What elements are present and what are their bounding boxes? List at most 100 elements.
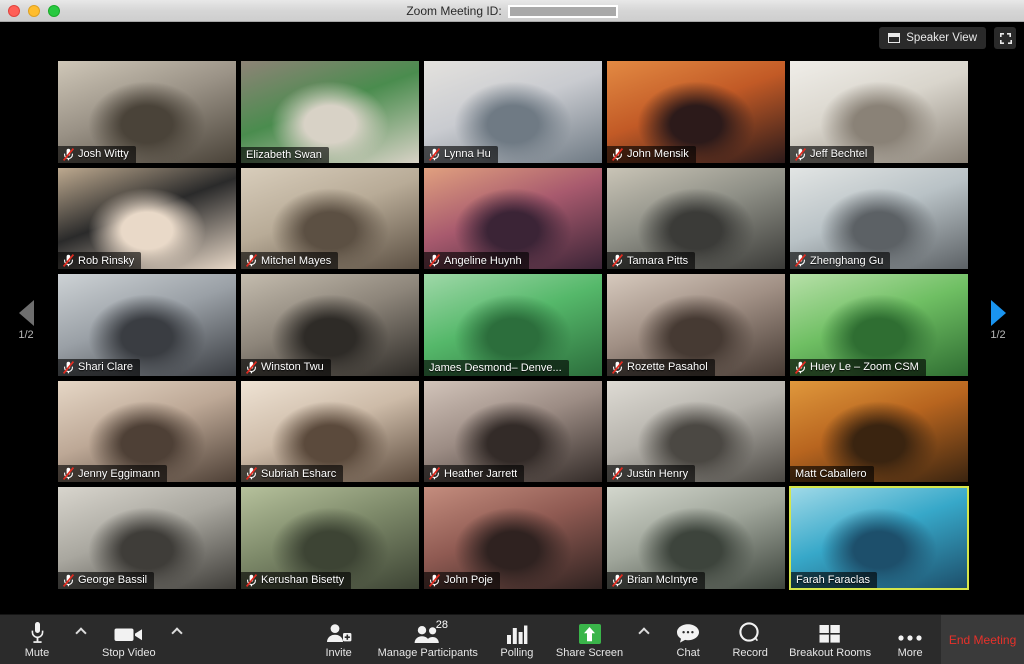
chat-button[interactable]: Chat bbox=[657, 615, 719, 664]
participant-tile[interactable]: Farah Faraclas bbox=[789, 486, 969, 590]
grid-squares-icon bbox=[819, 620, 841, 644]
participant-tile[interactable]: Kerushan Bisetty bbox=[240, 486, 420, 590]
participant-tile[interactable]: Angeline Huynh bbox=[423, 166, 603, 271]
participant-tile[interactable]: George Bassil bbox=[57, 486, 237, 590]
next-page-button[interactable]: 1/2 bbox=[976, 300, 1020, 341]
participant-tile[interactable]: John Poje bbox=[423, 486, 603, 590]
muted-microphone-icon bbox=[795, 147, 806, 161]
muted-microphone-icon bbox=[246, 467, 257, 481]
participant-name: Heather Jarrett bbox=[444, 467, 518, 480]
muted-microphone-icon bbox=[63, 467, 74, 481]
speaker-view-label: Speaker View bbox=[906, 32, 977, 44]
participant-tile[interactable]: Mitchel Mayes bbox=[240, 166, 420, 271]
fullscreen-expand-icon bbox=[999, 32, 1012, 44]
end-meeting-button[interactable]: End Meeting bbox=[941, 615, 1024, 664]
participant-name-bar: Subriah Esharc bbox=[241, 465, 344, 483]
participant-tile[interactable]: Rozette Pasahol bbox=[606, 273, 786, 377]
participant-name-bar: George Bassil bbox=[58, 571, 155, 589]
fullscreen-button[interactable] bbox=[994, 27, 1016, 49]
muted-microphone-icon bbox=[612, 254, 623, 268]
participant-tile[interactable]: Winston Twu bbox=[240, 273, 420, 377]
participant-name-bar: Shari Clare bbox=[58, 358, 141, 376]
participant-name: Farah Faraclas bbox=[796, 573, 870, 586]
maximize-window-button[interactable] bbox=[48, 4, 60, 17]
traffic-lights bbox=[0, 4, 60, 17]
end-meeting-label: End Meeting bbox=[948, 632, 1017, 647]
share-options-button[interactable] bbox=[631, 615, 657, 664]
participant-name: Justin Henry bbox=[627, 467, 689, 480]
participant-name: George Bassil bbox=[78, 574, 148, 587]
participant-tile[interactable]: Elizabeth Swan bbox=[240, 60, 420, 164]
participant-tile[interactable]: Josh Witty bbox=[57, 60, 237, 164]
chat-bubble-icon bbox=[676, 620, 700, 644]
manage-participants-button[interactable]: 28 Manage Participants bbox=[370, 615, 486, 664]
muted-microphone-icon bbox=[612, 574, 623, 587]
participant-tile[interactable]: John Mensik bbox=[606, 60, 786, 164]
share-up-arrow-icon bbox=[578, 620, 601, 644]
participant-name-bar: Jeff Bechtel bbox=[790, 145, 875, 163]
participant-name-bar: Justin Henry bbox=[607, 465, 696, 483]
share-screen-button[interactable]: Share Screen bbox=[548, 615, 631, 664]
participant-tile[interactable]: James Desmond– Denve... bbox=[423, 273, 603, 377]
participant-name-bar: Heather Jarrett bbox=[424, 465, 525, 483]
participant-name: Winston Twu bbox=[261, 361, 324, 374]
muted-microphone-icon bbox=[246, 574, 257, 587]
more-button[interactable]: More bbox=[879, 615, 941, 664]
participant-tile[interactable]: Shari Clare bbox=[57, 273, 237, 377]
participant-name-bar: Kerushan Bisetty bbox=[241, 571, 352, 589]
minimize-window-button[interactable] bbox=[28, 4, 40, 17]
muted-microphone-icon bbox=[63, 254, 74, 268]
share-screen-label: Share Screen bbox=[555, 647, 624, 659]
participant-tile[interactable]: Subriah Esharc bbox=[240, 379, 420, 484]
breakout-rooms-button[interactable]: Breakout Rooms bbox=[781, 615, 879, 664]
polling-button[interactable]: Polling bbox=[486, 615, 548, 664]
participant-name-bar: Matt Caballero bbox=[790, 466, 874, 483]
participant-tile[interactable]: Jeff Bechtel bbox=[789, 60, 969, 164]
window-title: Zoom Meeting ID: bbox=[0, 0, 1024, 22]
zoom-meeting-window: Zoom Meeting ID: Speaker View 1/2 1/2 Jo… bbox=[0, 0, 1024, 664]
mute-button[interactable]: Mute bbox=[6, 615, 68, 664]
triangle-left-icon bbox=[18, 300, 34, 326]
participant-name: Rozette Pasahol bbox=[627, 361, 708, 374]
person-add-icon bbox=[326, 620, 352, 644]
close-window-button[interactable] bbox=[8, 4, 20, 17]
participant-tile[interactable]: Zhenghang Gu bbox=[789, 166, 969, 271]
muted-microphone-icon bbox=[63, 147, 74, 161]
participant-tile[interactable]: Huey Le – Zoom CSM bbox=[789, 273, 969, 377]
record-button[interactable]: Record bbox=[719, 615, 781, 664]
participant-tile[interactable]: Justin Henry bbox=[606, 379, 786, 484]
muted-microphone-icon bbox=[612, 147, 623, 161]
participant-tile[interactable]: Lynna Hu bbox=[423, 60, 603, 164]
participant-tile[interactable]: Tamara Pitts bbox=[606, 166, 786, 271]
stop-video-button[interactable]: Stop Video bbox=[94, 615, 164, 664]
invite-button[interactable]: Invite bbox=[308, 615, 370, 664]
video-options-button[interactable] bbox=[164, 615, 190, 664]
speaker-view-button[interactable]: Speaker View bbox=[879, 27, 986, 49]
participant-gallery: Josh Witty Elizabeth Swan Lynna Hu John Men… bbox=[57, 60, 969, 590]
participant-name: Jenny Eggimann bbox=[78, 467, 160, 480]
participant-name: Zhenghang Gu bbox=[810, 254, 884, 267]
record-circle-icon bbox=[738, 620, 762, 644]
previous-page-button[interactable]: 1/2 bbox=[4, 300, 48, 341]
participant-name-bar: Farah Faraclas bbox=[791, 571, 877, 588]
triangle-right-icon bbox=[990, 300, 1006, 326]
muted-microphone-icon bbox=[429, 254, 440, 268]
manage-participants-label: Manage Participants bbox=[377, 647, 478, 659]
participant-name-bar: Lynna Hu bbox=[424, 145, 498, 163]
meeting-id-label: Zoom Meeting ID: bbox=[406, 4, 502, 18]
muted-microphone-icon bbox=[612, 467, 623, 481]
participant-name: Josh Witty bbox=[78, 148, 129, 161]
audio-options-button[interactable] bbox=[68, 615, 94, 664]
participant-tile[interactable]: Jenny Eggimann bbox=[57, 379, 237, 484]
mute-label: Mute bbox=[24, 647, 50, 659]
page-indicator-right: 1/2 bbox=[990, 329, 1006, 341]
participant-name-bar: Winston Twu bbox=[241, 358, 331, 376]
participant-tile[interactable]: Matt Caballero bbox=[789, 379, 969, 484]
participant-tile[interactable]: Heather Jarrett bbox=[423, 379, 603, 484]
participant-name: Shari Clare bbox=[78, 361, 134, 374]
participant-tile[interactable]: Rob Rinsky bbox=[57, 166, 237, 271]
bar-chart-icon bbox=[506, 620, 528, 644]
muted-microphone-icon bbox=[795, 360, 806, 374]
participant-tile[interactable]: Brian McIntyre bbox=[606, 486, 786, 590]
ellipsis-icon bbox=[897, 620, 923, 644]
